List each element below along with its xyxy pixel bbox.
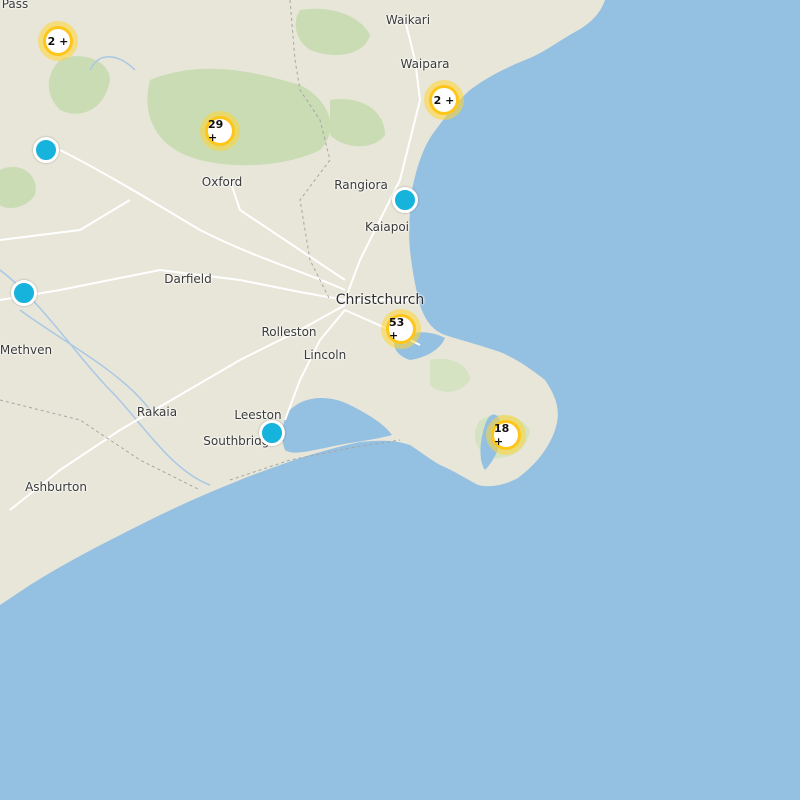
place-label-waikari: Waikari: [385, 13, 431, 27]
cluster-marker-waipara[interactable]: 2 +: [424, 80, 464, 120]
cluster-marker-akaroa[interactable]: 18 +: [486, 415, 526, 455]
place-label-methven: Methven: [0, 343, 53, 357]
place-label-ashburton: Ashburton: [25, 480, 87, 494]
location-pin[interactable]: [11, 280, 37, 306]
cluster-count: 29 +: [205, 116, 235, 146]
location-pin[interactable]: [259, 420, 285, 446]
place-label-darfield: Darfield: [164, 272, 212, 286]
cluster-count: 18 +: [491, 420, 521, 450]
place-label-rolleston: Rolleston: [261, 325, 317, 339]
place-label-lincoln: Lincoln: [303, 348, 347, 362]
place-label-kaiapoi: Kaiapoi: [365, 220, 409, 234]
place-label-oxford: Oxford: [201, 175, 243, 189]
cluster-count: 53 +: [386, 314, 416, 344]
place-label-christchurch: Christchurch: [335, 292, 425, 308]
cluster-marker-christchurch[interactable]: 53 +: [381, 309, 421, 349]
place-label-rangiora: Rangiora: [334, 178, 388, 192]
location-pin[interactable]: [392, 187, 418, 213]
place-label-rakaia: Rakaia: [136, 405, 178, 419]
cluster-count: 2 +: [429, 85, 459, 115]
cluster-marker-north-west[interactable]: 2 +: [38, 21, 78, 61]
cluster-count: 2 +: [43, 26, 73, 56]
cluster-marker-oxford[interactable]: 29 +: [200, 111, 240, 151]
map-canvas[interactable]: [0, 0, 800, 800]
location-pin[interactable]: [33, 137, 59, 163]
place-label-waipara: Waipara: [400, 57, 450, 71]
place-label-pass: Pass: [1, 0, 29, 11]
